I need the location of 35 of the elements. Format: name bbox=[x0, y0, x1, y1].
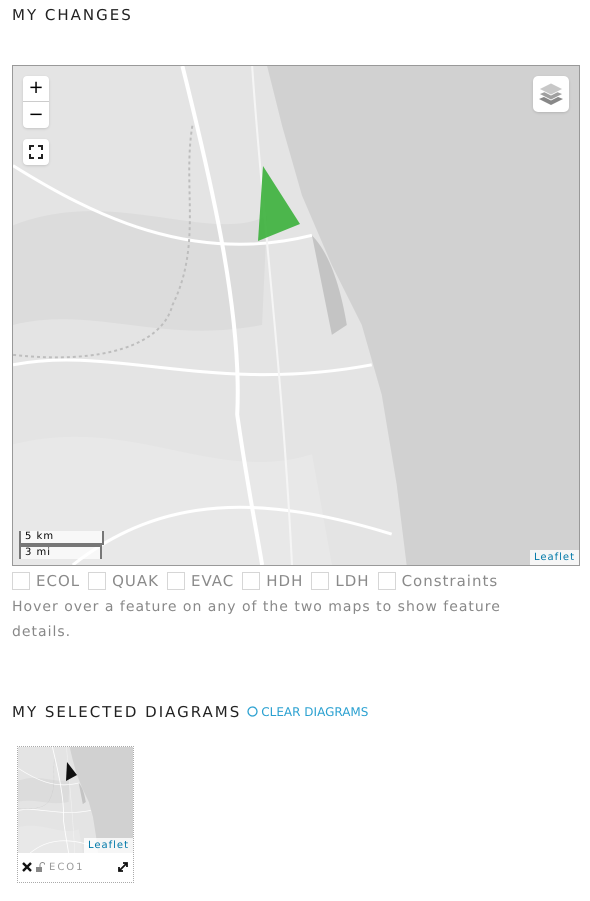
scale-bar: 3 mi bbox=[19, 544, 102, 558]
scale-bar: 5 km bbox=[19, 530, 104, 544]
layers-button[interactable] bbox=[533, 76, 569, 112]
attribution-link[interactable]: Leaflet bbox=[84, 838, 133, 852]
checkbox[interactable] bbox=[311, 572, 330, 590]
polygon-overlay bbox=[66, 762, 78, 782]
section-title: MY CHANGES bbox=[12, 5, 134, 26]
layer-label: EVAC bbox=[191, 570, 234, 592]
map[interactable]: + − 5 km 3 mi Leaflet bbox=[12, 64, 580, 566]
polygon-overlay[interactable] bbox=[258, 166, 301, 242]
checkbox[interactable] bbox=[12, 572, 30, 590]
layer-label: HDH bbox=[266, 570, 304, 592]
checkbox[interactable] bbox=[242, 572, 260, 590]
layer-label: LDH bbox=[335, 570, 370, 592]
zoom-out-button[interactable]: − bbox=[23, 102, 49, 128]
diagram-name: ECO1 bbox=[49, 860, 85, 874]
fullscreen-button[interactable] bbox=[23, 138, 49, 164]
clear-diagrams-button[interactable]: CLEAR DIAGRAMS bbox=[247, 702, 368, 720]
layer-label: QUAK bbox=[112, 570, 160, 592]
unlock-icon[interactable] bbox=[36, 862, 45, 872]
layer-label: ECOL bbox=[36, 570, 80, 592]
zoom-in-button[interactable]: + bbox=[23, 76, 49, 102]
hint-text: Hover over a feature on any of the two maps to show feature details. bbox=[12, 598, 502, 642]
checkbox[interactable] bbox=[88, 572, 106, 590]
circle-icon bbox=[247, 706, 258, 717]
attribution-link[interactable]: Leaflet bbox=[530, 550, 579, 564]
diagram-map[interactable]: Leaflet bbox=[18, 746, 133, 852]
layers-icon bbox=[538, 82, 564, 106]
section-title: MY SELECTED DIAGRAMS bbox=[12, 702, 242, 723]
close-icon[interactable] bbox=[22, 862, 32, 872]
expand-icon[interactable] bbox=[117, 861, 129, 873]
layer-label: Constraints bbox=[402, 570, 498, 592]
checkbox[interactable] bbox=[167, 572, 186, 590]
fullscreen-icon bbox=[29, 144, 43, 158]
checkbox[interactable] bbox=[378, 572, 396, 590]
